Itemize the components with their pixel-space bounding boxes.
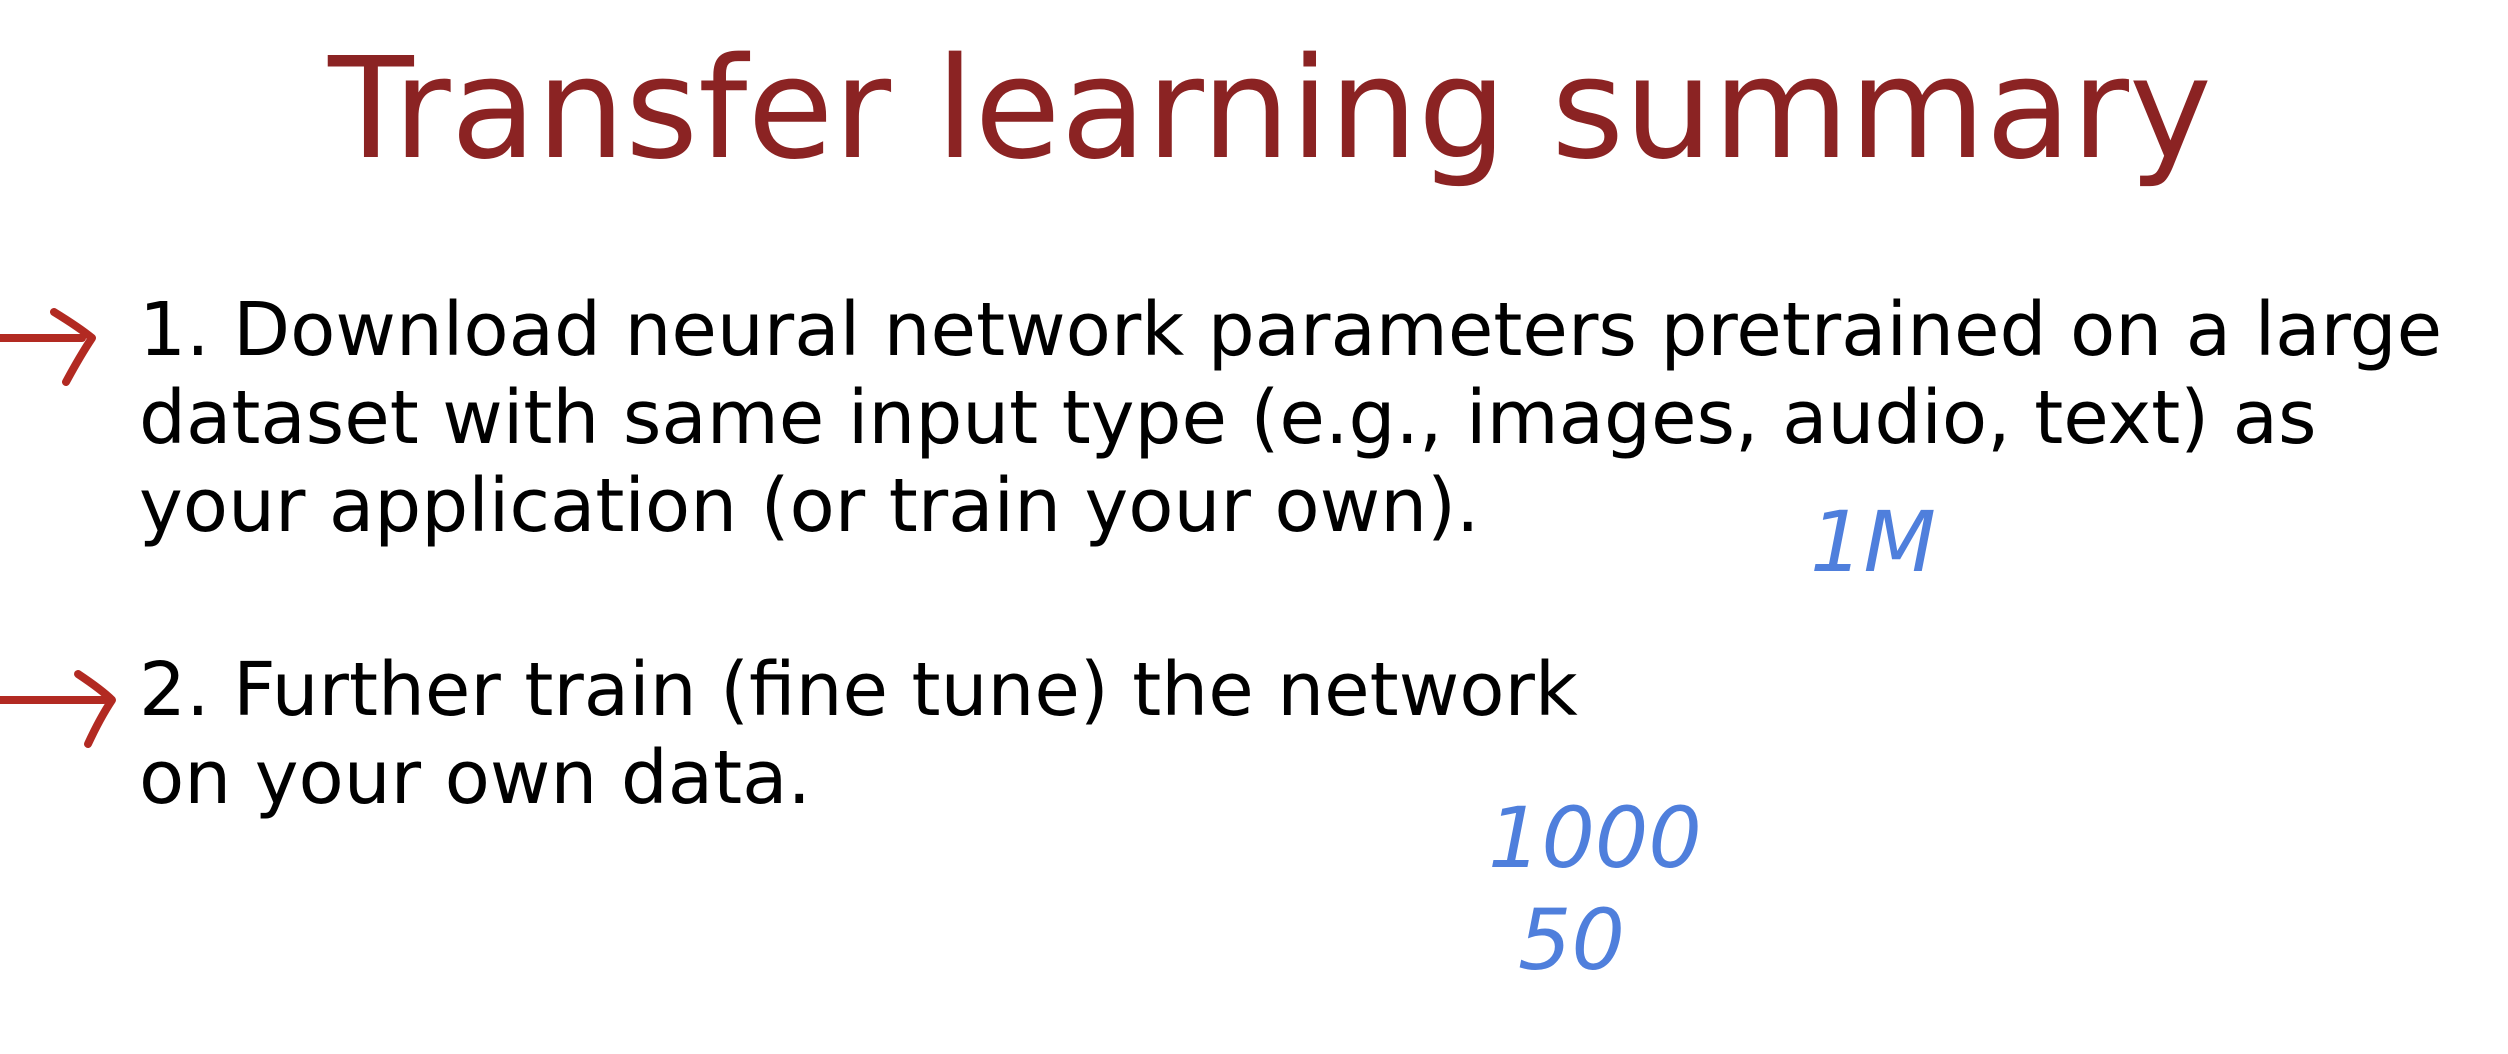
- slide-title: Transfer learning summary: [328, 28, 2212, 191]
- slide: Transfer learning summary 1. Download ne…: [0, 0, 2508, 1054]
- list-item-line: dataset with same input type (e.g., imag…: [139, 375, 2317, 461]
- list-item-line: 1. Download neural network parameters pr…: [139, 287, 2443, 373]
- list-item-line: 2. Further train (fine tune) the network: [139, 647, 1578, 733]
- handwritten-annotation-1000: 1000: [1488, 789, 1702, 887]
- list-item-line: your application (or train your own).: [139, 463, 1480, 549]
- handwritten-annotation-50: 50: [1518, 891, 1625, 989]
- list-item-fine-tune: 2. Further train (fine tune) the network…: [139, 646, 1578, 822]
- list-item-line: on your own data.: [139, 735, 812, 821]
- list-item-download-pretrained: 1. Download neural network parameters pr…: [139, 286, 2442, 550]
- handwritten-annotation-1m: 1M: [1810, 493, 1936, 591]
- red-arrow-icon: [0, 308, 96, 386]
- red-arrow-icon: [0, 670, 116, 748]
